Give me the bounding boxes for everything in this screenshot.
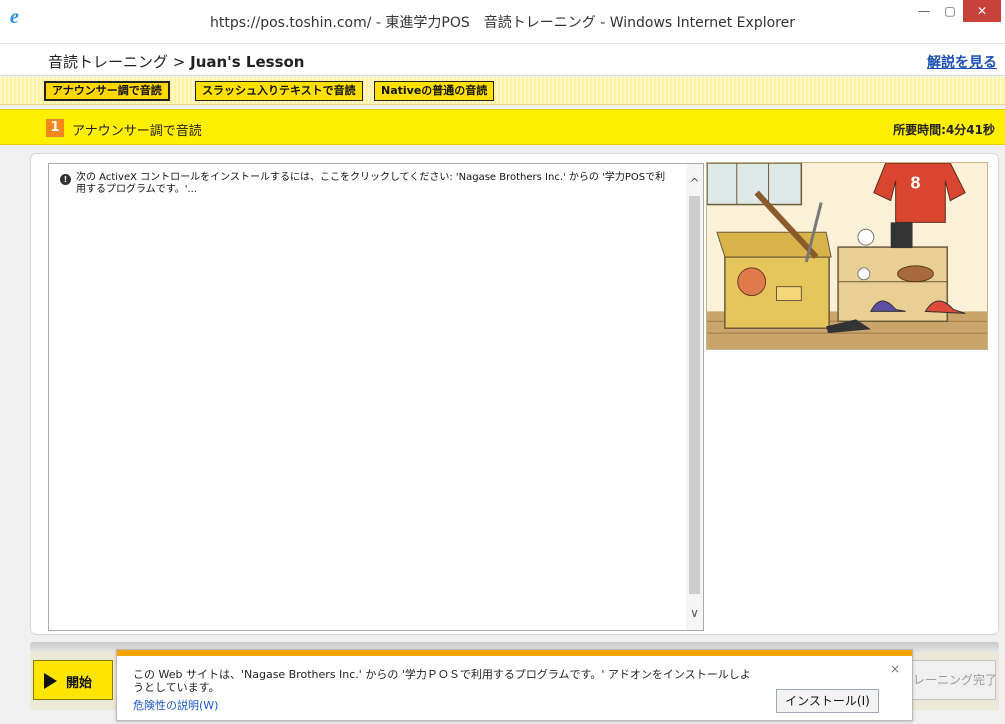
- window-title: https://pos.toshin.com/ - 東進学力POS 音読トレーニ…: [210, 15, 795, 31]
- start-label: 開始: [66, 676, 93, 691]
- app-header: 音読トレーニング > Juan's Lesson 解説を見る: [0, 44, 1005, 76]
- text-content-area: ! 次の ActiveX コントロールをインストールするには、ここをクリックして…: [48, 163, 704, 631]
- activex-install-prompt[interactable]: ! 次の ActiveX コントロールをインストールするには、ここをクリックして…: [60, 172, 675, 196]
- minimize-button[interactable]: —: [911, 0, 937, 22]
- close-window-button[interactable]: ✕: [963, 0, 1001, 22]
- scroll-thumb[interactable]: [689, 196, 700, 594]
- mode-tabs: アナウンサー調で音読 スラッシュ入りテキストで音読 Nativeの普通の音読: [0, 77, 1005, 105]
- start-button[interactable]: 開始: [33, 660, 113, 700]
- shield-icon: !: [60, 174, 71, 185]
- scroll-up-arrow[interactable]: ^: [686, 174, 703, 192]
- section-header: 1 アナウンサー調で音読 所要時間:4分41秒: [0, 109, 1005, 145]
- window-titlebar: e https://pos.toshin.com/ - 東進学力POS 音読トレ…: [0, 0, 1005, 44]
- required-time: 所要時間:4分41秒: [893, 123, 995, 137]
- training-complete-button[interactable]: トレーニング完了: [900, 660, 996, 700]
- notification-close-icon[interactable]: ×: [890, 662, 900, 676]
- risk-explanation-link[interactable]: 危険性の説明(W): [133, 697, 218, 713]
- activex-message-text: 次の ActiveX コントロールをインストールするには、ここをクリックしてくだ…: [76, 172, 666, 195]
- breadcrumb-prefix: 音読トレーニング >: [48, 53, 191, 71]
- play-icon: [44, 673, 57, 689]
- section-number-badge: 1: [46, 119, 64, 137]
- main-panel: ! 次の ActiveX コントロールをインストールするには、ここをクリックして…: [30, 153, 999, 635]
- install-button[interactable]: インストール(I): [776, 689, 879, 713]
- explanation-link[interactable]: 解説を見る: [927, 52, 997, 72]
- lesson-illustration: 8: [706, 162, 988, 350]
- section-title: アナウンサー調で音読: [72, 124, 202, 139]
- notification-accent: [117, 650, 912, 656]
- tab-slash-text-reading[interactable]: スラッシュ入りテキストで音読: [195, 81, 363, 101]
- tab-announcer-reading[interactable]: アナウンサー調で音読: [44, 81, 170, 101]
- scroll-down-arrow[interactable]: ∨: [686, 604, 703, 622]
- svg-text:8: 8: [911, 173, 921, 193]
- vertical-scrollbar[interactable]: ^ ∨: [686, 164, 703, 630]
- addon-notification-bar: この Web サイトは、'Nagase Brothers Inc.' からの '…: [116, 649, 913, 721]
- tab-native-reading[interactable]: Nativeの普通の音読: [374, 81, 495, 101]
- notification-message: この Web サイトは、'Nagase Brothers Inc.' からの '…: [133, 668, 751, 694]
- maximize-button[interactable]: ▢: [937, 0, 963, 22]
- breadcrumb-lesson: Juan's Lesson: [190, 53, 305, 71]
- breadcrumb: 音読トレーニング > Juan's Lesson: [48, 51, 304, 72]
